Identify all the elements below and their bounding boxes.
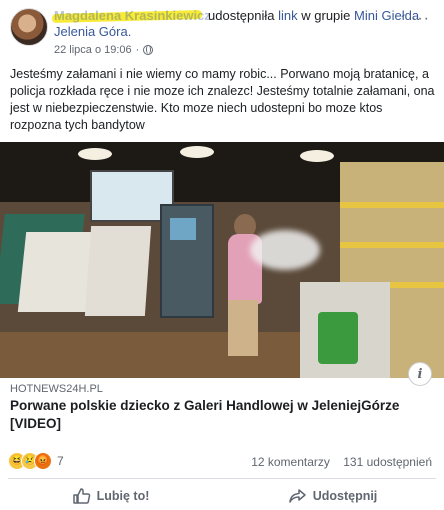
shares-count[interactable]: 131 udostępnień [343, 455, 432, 469]
link-source-domain[interactable]: HOTNEWS24H.PL [10, 383, 103, 395]
share-label: Udostępnij [312, 489, 378, 503]
post-meta: 22 lipca o 19:06 · [54, 44, 154, 56]
like-label: Lubię to! [96, 489, 150, 503]
post-stats: 😆 😢 😡 7 12 komentarzy 131 udostępnień [0, 448, 444, 472]
globe-icon [143, 45, 154, 55]
header-line: udostępniła link w grupie Mini Giełda [208, 8, 419, 23]
group-name-link[interactable]: Mini Giełda [354, 8, 419, 23]
avatar[interactable] [10, 8, 48, 46]
post-text: Jesteśmy załamani i nie wiemy co mamy ro… [10, 67, 435, 132]
like-button[interactable]: Lubię to! [0, 482, 222, 510]
engagement-counts: 12 komentarzy 131 udostępnień [251, 455, 432, 469]
info-icon[interactable]: i [408, 362, 432, 386]
video-thumbnail[interactable] [0, 142, 444, 378]
group-name-link-continued[interactable]: Jelenia Góra. [54, 24, 131, 39]
share-arrow-icon [288, 489, 306, 503]
share-button[interactable]: Udostępnij [222, 482, 444, 510]
header-action: udostępniła [208, 8, 275, 23]
angry-icon: 😡 [34, 452, 52, 470]
header-in-group: w grupie [301, 8, 351, 23]
author-name[interactable]: Magdalena Krasinkiewicz [54, 8, 211, 23]
timestamp[interactable]: 22 lipca o 19:06 [54, 44, 132, 56]
action-bar: Lubię to! Udostępnij [0, 482, 444, 510]
header-link[interactable]: link [278, 8, 298, 23]
reactions-summary[interactable]: 😆 😢 😡 7 [8, 452, 64, 470]
divider [8, 478, 436, 479]
reaction-count: 7 [57, 454, 64, 468]
link-title[interactable]: Porwane polskie dziecko z Galeri Handlow… [10, 397, 440, 433]
more-options-icon[interactable]: ··· [411, 10, 430, 28]
comments-count[interactable]: 12 komentarzy [251, 455, 330, 469]
thumbs-up-icon [72, 488, 90, 504]
post-header: Magdalena Krasinkiewicz udostępniła link… [0, 0, 444, 66]
